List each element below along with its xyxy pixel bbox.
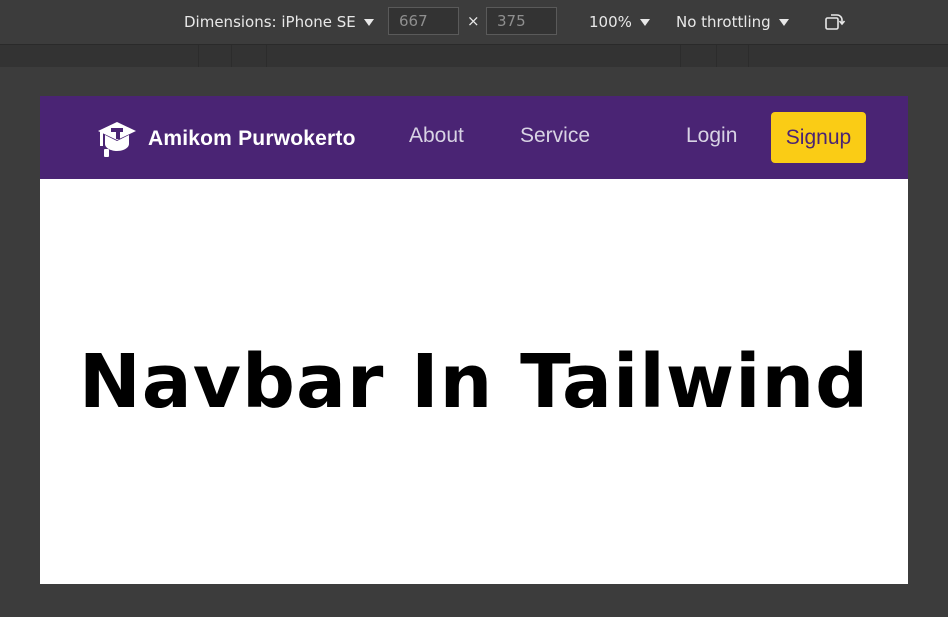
rotate-icon[interactable] xyxy=(824,12,846,32)
hero-title: Navbar In Tailwind xyxy=(78,338,870,425)
chevron-down-icon xyxy=(363,18,374,26)
ruler-divider xyxy=(231,45,232,67)
ruler-divider xyxy=(198,45,199,67)
dimensions-label: Dimensions: iPhone SE xyxy=(184,13,356,31)
media-query-bar[interactable] xyxy=(0,45,948,67)
chevron-down-icon xyxy=(778,18,789,26)
dimensions-dropdown[interactable]: Dimensions: iPhone SE xyxy=(184,11,374,33)
ruler-divider xyxy=(748,45,749,67)
hero-section: Navbar In Tailwind xyxy=(40,179,908,584)
chevron-down-icon xyxy=(639,18,650,26)
ruler-divider xyxy=(716,45,717,67)
ruler-divider xyxy=(680,45,681,67)
zoom-label: 100% xyxy=(589,13,632,31)
nav-link-about[interactable]: About xyxy=(409,124,464,148)
ruler-divider xyxy=(266,45,267,67)
viewport-height-input[interactable] xyxy=(486,7,557,35)
navbar: Amikom Purwokerto About Service Login Si… xyxy=(40,96,908,179)
device-viewport: Amikom Purwokerto About Service Login Si… xyxy=(40,96,908,584)
brand-link[interactable]: Amikom Purwokerto xyxy=(96,118,356,160)
signup-button[interactable]: Signup xyxy=(771,112,866,163)
zoom-dropdown[interactable]: 100% xyxy=(589,11,650,33)
graduation-cap-icon xyxy=(98,122,136,157)
throttling-dropdown[interactable]: No throttling xyxy=(676,11,789,33)
dimension-separator: × xyxy=(467,12,480,30)
viewport-width-input[interactable] xyxy=(388,7,459,35)
throttling-label: No throttling xyxy=(676,13,771,31)
devtools-device-toolbar: Dimensions: iPhone SE × 100% No throttli… xyxy=(0,0,948,45)
brand-name: Amikom Purwokerto xyxy=(148,127,356,150)
login-link[interactable]: Login xyxy=(686,124,737,148)
nav-link-service[interactable]: Service xyxy=(520,124,590,148)
